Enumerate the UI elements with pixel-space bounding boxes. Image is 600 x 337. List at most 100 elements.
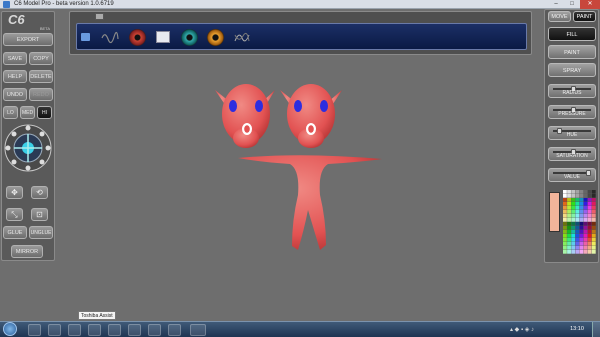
texture-panel-toggle-icon[interactable] (95, 13, 104, 20)
start-button[interactable] (3, 322, 17, 336)
copy-button[interactable]: COPY (29, 52, 53, 65)
palette-swatch[interactable] (587, 190, 592, 194)
palette-swatch[interactable] (571, 234, 576, 238)
palette-swatch[interactable] (587, 238, 592, 242)
palette-swatch[interactable] (591, 202, 596, 206)
palette-swatch[interactable] (575, 194, 580, 198)
palette-swatch[interactable] (587, 194, 592, 198)
palette-swatch[interactable] (575, 202, 580, 206)
palette-swatch[interactable] (575, 250, 580, 254)
palette-swatch[interactable] (563, 226, 567, 230)
viewport[interactable] (60, 60, 540, 318)
palette-swatch[interactable] (575, 206, 580, 210)
palette-swatch[interactable] (579, 222, 584, 226)
palette-swatch[interactable] (563, 242, 567, 246)
palette-swatch[interactable] (563, 222, 567, 226)
palette-swatch[interactable] (575, 238, 580, 242)
palette-swatch[interactable] (583, 218, 588, 222)
palette-swatch[interactable] (567, 202, 571, 206)
glue-button[interactable]: GLUE (3, 226, 27, 239)
palette-swatch[interactable] (571, 214, 576, 218)
palette-swatch[interactable] (579, 250, 584, 254)
palette-swatch[interactable] (575, 230, 580, 234)
spray-button[interactable]: SPRAY (548, 63, 596, 77)
show-desktop-button[interactable] (592, 322, 600, 337)
palette-swatch[interactable] (591, 210, 596, 214)
palette-swatch[interactable] (571, 250, 576, 254)
palette-swatch[interactable] (567, 242, 571, 246)
palette-swatch[interactable] (563, 202, 567, 206)
minimize-button[interactable]: – (548, 0, 564, 9)
palette-swatch[interactable] (583, 242, 588, 246)
palette-swatch[interactable] (563, 234, 567, 238)
palette-swatch[interactable] (567, 194, 571, 198)
palette-swatch[interactable] (567, 218, 571, 222)
palette-swatch[interactable] (571, 210, 576, 214)
palette-swatch[interactable] (567, 250, 571, 254)
palette-swatch[interactable] (571, 222, 576, 226)
palette-swatch[interactable] (591, 198, 596, 202)
dark-swirl-texture[interactable] (233, 29, 251, 46)
med-resolution-button[interactable]: MED (20, 106, 35, 119)
taskbar-app-icon[interactable] (128, 324, 141, 336)
model-head-left[interactable] (215, 84, 275, 148)
palette-swatch[interactable] (591, 214, 596, 218)
palette-swatch[interactable] (571, 218, 576, 222)
palette-swatch[interactable] (591, 190, 596, 194)
palette-swatch[interactable] (579, 230, 584, 234)
palette-swatch[interactable] (583, 234, 588, 238)
folder-icon[interactable] (81, 33, 90, 41)
palette-swatch[interactable] (587, 210, 592, 214)
palette-swatch[interactable] (575, 214, 580, 218)
palette-swatch[interactable] (575, 218, 580, 222)
palette-swatch[interactable] (583, 202, 588, 206)
palette-swatch[interactable] (567, 206, 571, 210)
palette-swatch[interactable] (591, 234, 596, 238)
palette-swatch[interactable] (591, 250, 596, 254)
palette-swatch[interactable] (567, 190, 571, 194)
palette-swatch[interactable] (587, 226, 592, 230)
palette-swatch[interactable] (583, 222, 588, 226)
taskbar-active-app-icon[interactable] (190, 324, 206, 336)
palette-swatch[interactable] (587, 222, 592, 226)
fill-button[interactable]: FILL (548, 27, 596, 41)
palette-swatch[interactable] (567, 226, 571, 230)
taskbar-app-icon[interactable] (88, 324, 101, 336)
palette-swatch[interactable] (567, 230, 571, 234)
palette-swatch[interactable] (575, 198, 580, 202)
white-swatch-texture[interactable] (156, 31, 170, 43)
palette-swatch[interactable] (579, 218, 584, 222)
close-button[interactable]: ✕ (580, 0, 600, 9)
palette-swatch[interactable] (579, 194, 584, 198)
palette-swatch[interactable] (583, 194, 588, 198)
palette-swatch[interactable] (591, 206, 596, 210)
palette-swatch[interactable] (583, 198, 588, 202)
palette-swatch[interactable] (563, 246, 567, 250)
taskbar-app-icon[interactable] (148, 324, 161, 336)
export-button[interactable]: EXPORT (3, 33, 53, 46)
palette-swatch[interactable] (575, 226, 580, 230)
mode-paint-tab[interactable]: PAINT (573, 11, 596, 22)
move-tool-icon[interactable]: ✥ (6, 186, 23, 199)
delete-button[interactable]: DELETE (29, 70, 53, 83)
palette-swatch[interactable] (591, 238, 596, 242)
paint-button[interactable]: PAINT (548, 45, 596, 59)
model-body[interactable] (238, 155, 382, 250)
value-slider[interactable]: VALUE (548, 168, 596, 182)
scale-tool-icon[interactable]: ⤡ (6, 208, 23, 221)
palette-swatch[interactable] (583, 250, 588, 254)
help-button[interactable]: HELP (3, 70, 27, 83)
unglue-button[interactable]: UNGLUE (29, 226, 53, 239)
palette-swatch[interactable] (571, 226, 576, 230)
palette-swatch[interactable] (563, 230, 567, 234)
palette-swatch[interactable] (587, 230, 592, 234)
palette-swatch[interactable] (567, 234, 571, 238)
palette-swatch[interactable] (591, 194, 596, 198)
teal-eye-texture[interactable] (181, 29, 198, 46)
palette-swatch[interactable] (583, 190, 588, 194)
palette-swatch[interactable] (563, 214, 567, 218)
palette-swatch[interactable] (583, 238, 588, 242)
palette-swatch[interactable] (579, 242, 584, 246)
palette-swatch[interactable] (567, 210, 571, 214)
mode-move-tab[interactable]: MOVE (548, 11, 571, 22)
